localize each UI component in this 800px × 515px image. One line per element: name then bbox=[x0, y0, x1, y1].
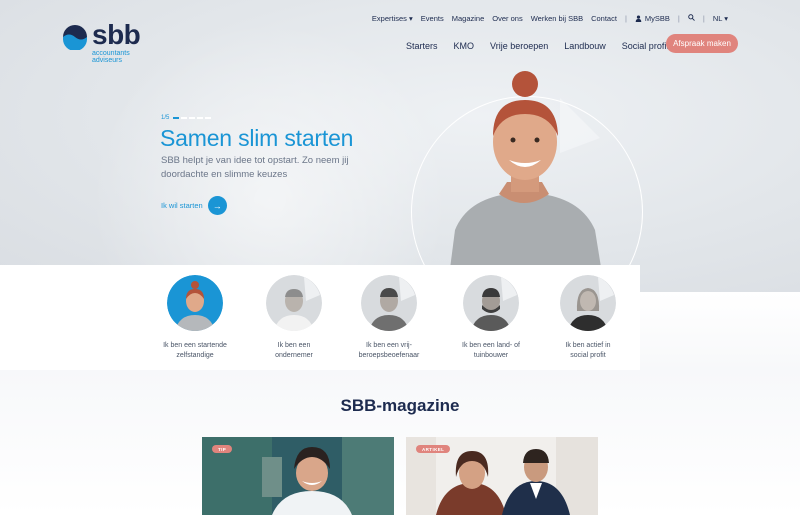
ik-wil-starten-label: Ik wil starten bbox=[161, 201, 203, 210]
slide-dot[interactable] bbox=[181, 117, 188, 119]
slide-dots bbox=[173, 117, 213, 119]
persona-portrait-image bbox=[266, 275, 322, 331]
persona-label-line: ondernemer bbox=[275, 352, 313, 359]
topnav-over-ons[interactable]: Over ons bbox=[492, 14, 522, 23]
magazine-card-badge: TIP bbox=[212, 445, 233, 453]
persona-startende-zelfstandige[interactable]: Ik ben een startende zelfstandige bbox=[150, 275, 240, 361]
topnav-magazine[interactable]: Magazine bbox=[452, 14, 485, 23]
topnav-mysbb-label: MySBB bbox=[644, 14, 670, 23]
language-selector[interactable]: NL ▾ bbox=[713, 14, 728, 23]
persona-avatar bbox=[463, 275, 519, 331]
magazine-card-artikel[interactable]: ARTIKEL bbox=[406, 437, 598, 515]
logo-wordmark: sbb bbox=[92, 19, 141, 50]
topnav-events[interactable]: Events bbox=[421, 14, 444, 23]
persona-avatar bbox=[266, 275, 322, 331]
mainnav-item-starters[interactable]: Starters bbox=[406, 41, 438, 51]
persona-label-line: tuinbouwer bbox=[473, 352, 509, 359]
persona-avatar bbox=[361, 275, 417, 331]
persona-label-line: Ik ben actief in bbox=[565, 342, 611, 349]
slide-dot[interactable] bbox=[173, 117, 180, 119]
mainnav-item-landbouw[interactable]: Landbouw bbox=[564, 41, 606, 51]
mainnav-item-vrije-beroepen[interactable]: Vrije beroepen bbox=[490, 41, 548, 51]
ik-wil-starten-link[interactable]: Ik wil starten → bbox=[161, 196, 227, 215]
mainnav-item-kmo[interactable]: KMO bbox=[454, 41, 475, 51]
topnav-werken[interactable]: Werken bij SBB bbox=[531, 14, 583, 23]
slide-dot[interactable] bbox=[189, 117, 196, 119]
afspraak-maken-button[interactable]: Afspraak maken bbox=[666, 34, 738, 53]
persona-portrait-image bbox=[167, 275, 223, 331]
hero-section: sbb accountants adviseurs Expertises ▾ E… bbox=[0, 0, 800, 292]
persona-label-line: zelfstandige bbox=[176, 352, 214, 359]
slide-dot[interactable] bbox=[205, 117, 212, 119]
persona-portrait-image bbox=[463, 275, 519, 331]
persona-portrait-image bbox=[361, 275, 417, 331]
hero-description: SBB helpt je van idee tot opstart. Zo ne… bbox=[161, 155, 349, 180]
persona-label-line: beroepsbeoefenaar bbox=[358, 352, 420, 359]
slide-dot[interactable] bbox=[197, 117, 204, 119]
persona-label-line: Ik ben een land- of bbox=[462, 342, 520, 349]
persona-avatar bbox=[560, 275, 616, 331]
arrow-right-icon: → bbox=[207, 196, 227, 215]
persona-social-profit[interactable]: Ik ben actief in social profit bbox=[543, 275, 633, 361]
slide-counter-text: 1/5 bbox=[161, 115, 170, 121]
logo-subline-1: accountants bbox=[92, 50, 130, 57]
topnav-divider: | bbox=[702, 14, 705, 23]
main-navigation: Starters KMO Vrije beroepen Landbouw Soc… bbox=[406, 41, 685, 51]
persona-label-line: Ik ben een startende bbox=[163, 342, 227, 349]
persona-avatar bbox=[167, 275, 223, 331]
topnav-divider: | bbox=[624, 14, 627, 23]
persona-vrije-beroepsbeoefenaar[interactable]: Ik ben een vrij- beroepsbeoefenaar bbox=[344, 275, 434, 361]
persona-label-line: Ik ben een bbox=[277, 342, 311, 349]
magazine-card-badge: ARTIKEL bbox=[416, 445, 451, 453]
topnav-divider: | bbox=[677, 14, 680, 23]
topnav-expertises[interactable]: Expertises ▾ bbox=[372, 14, 413, 23]
magazine-section-title: SBB-magazine bbox=[340, 396, 460, 415]
logo-subline-2: adviseurs bbox=[92, 57, 122, 64]
hero-title: Samen slim starten bbox=[160, 125, 354, 151]
persona-ondernemer[interactable]: Ik ben een ondernemer bbox=[249, 275, 339, 361]
user-icon bbox=[635, 15, 642, 22]
persona-label-line: Ik ben een vrij- bbox=[366, 342, 412, 349]
hero-person-image bbox=[447, 71, 605, 292]
persona-portrait-image bbox=[560, 275, 616, 331]
slide-counter: 1/5 bbox=[161, 115, 213, 121]
topnav-contact[interactable]: Contact bbox=[591, 14, 617, 23]
persona-label-line: social profit bbox=[570, 352, 606, 359]
sbb-logo[interactable]: sbb accountants adviseurs bbox=[62, 19, 141, 64]
persona-land-of-tuinbouwer[interactable]: Ik ben een land- of tuinbouwer bbox=[446, 275, 536, 361]
search-icon[interactable] bbox=[688, 14, 695, 23]
sbb-logo-icon bbox=[63, 25, 87, 50]
mainnav-item-social-profit[interactable]: Social profit bbox=[622, 41, 669, 51]
magazine-card-tip[interactable]: TIP bbox=[202, 437, 394, 515]
top-navigation: Expertises ▾ Events Magazine Over ons We… bbox=[364, 14, 728, 23]
topnav-mysbb[interactable]: MySBB bbox=[635, 14, 670, 23]
